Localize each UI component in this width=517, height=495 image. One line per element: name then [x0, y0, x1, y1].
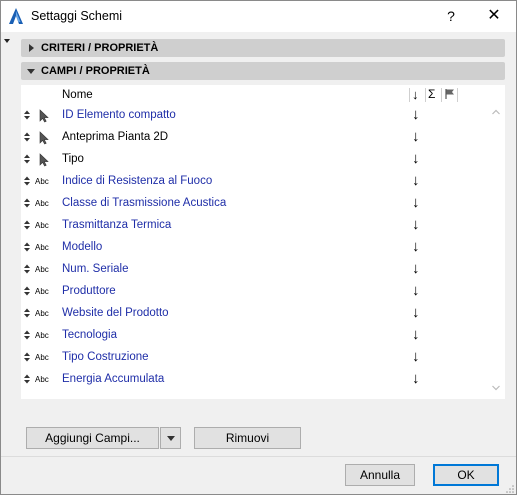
table-row[interactable]: Abc Website del Prodotto ↓ [21, 303, 486, 325]
text-type-icon: Abc [35, 287, 49, 296]
section-campi-label: CAMPI / PROPRIETÀ [41, 65, 150, 77]
scroll-up-icon[interactable] [492, 109, 500, 115]
sort-arrow-icon[interactable]: ↓ [412, 106, 420, 124]
field-name: Trasmittanza Termica [62, 219, 172, 231]
column-divider [441, 88, 442, 102]
text-type-icon: Abc [35, 243, 49, 252]
drag-handle-icon[interactable] [24, 330, 30, 340]
sum-column-icon[interactable]: Σ [428, 87, 435, 101]
footer-divider [1, 456, 516, 457]
sort-arrow-icon[interactable]: ↓ [412, 128, 420, 146]
cancel-button[interactable]: Annulla [345, 464, 415, 486]
text-type-icon: Abc [35, 177, 49, 186]
drag-handle-icon[interactable] [24, 154, 30, 164]
drag-handle-icon[interactable] [24, 242, 30, 252]
field-name: Tecnologia [62, 329, 117, 341]
collapse-arrow-icon[interactable] [4, 39, 10, 43]
settings-dialog: Settaggi Schemi ? ✕ CRITERI / PROPRIETÀ … [0, 0, 517, 495]
chevron-down-icon [167, 436, 175, 441]
field-name: Indice di Resistenza al Fuoco [62, 175, 213, 187]
sort-arrow-icon[interactable]: ↓ [412, 282, 420, 300]
cursor-icon [35, 153, 59, 167]
table-row[interactable]: Abc Indice di Resistenza al Fuoco ↓ [21, 171, 486, 193]
field-name: Website del Prodotto [62, 307, 169, 319]
text-type-icon: Abc [35, 199, 49, 208]
table-row[interactable]: Anteprima Pianta 2D ↓ [21, 127, 486, 149]
drag-handle-icon[interactable] [24, 176, 30, 186]
drag-handle-icon[interactable] [24, 198, 30, 208]
app-logo-icon [9, 8, 23, 24]
sort-arrow-icon[interactable]: ↓ [412, 194, 420, 212]
sort-arrow-icon[interactable]: ↓ [412, 150, 420, 168]
sort-column-icon[interactable]: ↓ [412, 87, 419, 102]
text-type-icon: Abc [35, 375, 49, 384]
expand-arrow-icon [29, 44, 34, 52]
sort-arrow-icon[interactable]: ↓ [412, 304, 420, 322]
drag-handle-icon[interactable] [24, 132, 30, 142]
drag-handle-icon[interactable] [24, 286, 30, 296]
field-name: Produttore [62, 285, 116, 297]
section-campi[interactable]: CAMPI / PROPRIETÀ [21, 62, 505, 80]
text-type-icon: Abc [35, 309, 49, 318]
section-criteri[interactable]: CRITERI / PROPRIETÀ [21, 39, 505, 57]
fields-table: Nome ↓ Σ ID Elemento compatto ↓ Anteprima … [21, 85, 505, 399]
drag-handle-icon[interactable] [24, 110, 30, 120]
table-row[interactable]: Abc Classe di Trasmissione Acustica ↓ [21, 193, 486, 215]
remove-button[interactable]: Rimuovi [194, 427, 301, 449]
table-row[interactable]: Abc Trasmittanza Termica ↓ [21, 215, 486, 237]
sort-arrow-icon[interactable]: ↓ [412, 370, 420, 388]
sort-arrow-icon[interactable]: ↓ [412, 260, 420, 278]
field-name: Tipo [62, 153, 84, 165]
cursor-icon [35, 109, 59, 123]
column-divider [425, 88, 426, 102]
table-row[interactable]: Tipo ↓ [21, 149, 486, 171]
resize-grip-icon[interactable] [505, 484, 515, 494]
sort-arrow-icon[interactable]: ↓ [412, 348, 420, 366]
table-row[interactable]: Abc Tipo Costruzione ↓ [21, 347, 486, 369]
drag-handle-icon[interactable] [24, 220, 30, 230]
section-criteri-label: CRITERI / PROPRIETÀ [41, 42, 159, 54]
sort-arrow-icon[interactable]: ↓ [412, 216, 420, 234]
field-name: Num. Seriale [62, 263, 129, 275]
vertical-scrollbar[interactable] [488, 105, 504, 395]
field-name: ID Elemento compatto [62, 109, 176, 121]
drag-handle-icon[interactable] [24, 374, 30, 384]
collapse-arrow-icon [27, 69, 35, 74]
ok-button[interactable]: OK [433, 464, 499, 486]
table-row[interactable]: ID Elemento compatto ↓ [21, 105, 486, 127]
text-type-icon: Abc [35, 331, 49, 340]
text-type-icon: Abc [35, 221, 49, 230]
window-title: Settaggi Schemi [31, 9, 123, 23]
title-bar: Settaggi Schemi ? ✕ [1, 1, 516, 32]
add-fields-dropdown-button[interactable] [160, 427, 181, 449]
field-name: Tipo Costruzione [62, 351, 149, 363]
field-name: Modello [62, 241, 103, 253]
close-button[interactable]: ✕ [479, 5, 509, 27]
field-name: Classe di Trasmissione Acustica [62, 197, 227, 209]
table-row[interactable]: Abc Tecnologia ↓ [21, 325, 486, 347]
column-divider [457, 88, 458, 102]
table-row[interactable]: Abc Produttore ↓ [21, 281, 486, 303]
text-type-icon: Abc [35, 265, 49, 274]
text-type-icon: Abc [35, 353, 49, 362]
add-fields-button[interactable]: Aggiungi Campi... [26, 427, 159, 449]
column-divider [409, 88, 410, 102]
sort-arrow-icon[interactable]: ↓ [412, 326, 420, 344]
field-name: Energia Accumulata [62, 373, 165, 385]
column-header-name[interactable]: Nome [62, 89, 93, 101]
field-name: Anteprima Pianta 2D [62, 131, 169, 143]
help-button[interactable]: ? [439, 5, 463, 27]
flag-column-icon[interactable] [444, 88, 456, 100]
sort-arrow-icon[interactable]: ↓ [412, 172, 420, 190]
drag-handle-icon[interactable] [24, 352, 30, 362]
table-row[interactable]: Abc Num. Seriale ↓ [21, 259, 486, 281]
table-row[interactable]: Abc Energia Accumulata ↓ [21, 369, 486, 391]
table-row[interactable]: Abc Modello ↓ [21, 237, 486, 259]
cursor-icon [35, 131, 59, 145]
sort-arrow-icon[interactable]: ↓ [412, 238, 420, 256]
table-header: Nome ↓ Σ [21, 85, 486, 105]
scroll-down-icon[interactable] [492, 385, 500, 391]
drag-handle-icon[interactable] [24, 308, 30, 318]
drag-handle-icon[interactable] [24, 264, 30, 274]
